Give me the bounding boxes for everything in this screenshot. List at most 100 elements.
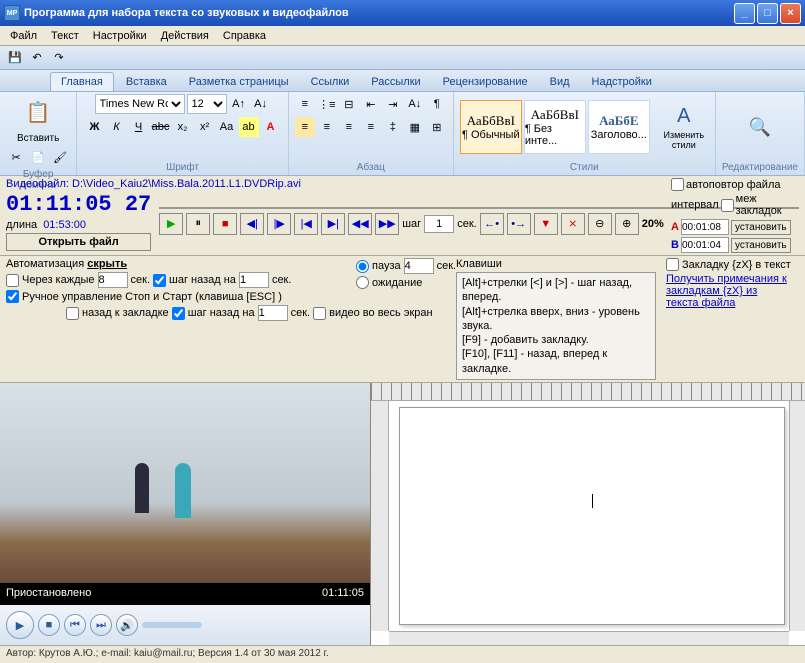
font-family-select[interactable]: Times New Rc [95, 94, 185, 114]
indent-inc-icon[interactable]: ⇥ [383, 94, 403, 114]
bold-icon[interactable]: Ж [85, 117, 105, 137]
style-heading[interactable]: АаБбЕ Заголово... [588, 100, 650, 154]
b-time-input[interactable] [681, 237, 729, 253]
numbering-icon[interactable]: ⋮≡ [317, 94, 337, 114]
ruler-vertical[interactable] [371, 401, 389, 631]
bookmark-text-checkbox[interactable] [666, 258, 679, 271]
add-bookmark-button[interactable]: ▼ [534, 213, 558, 235]
set-a-button[interactable]: установить [731, 220, 791, 235]
sort-icon[interactable]: A↓ [405, 94, 425, 114]
every-input[interactable] [98, 272, 128, 288]
wmp-prev-button[interactable]: ⏮ [64, 614, 86, 636]
wmp-play-button[interactable]: ▶ [6, 611, 34, 639]
menu-text[interactable]: Текст [45, 28, 85, 44]
pause-button[interactable]: ⏸ [186, 213, 210, 235]
tab-layout[interactable]: Разметка страницы [179, 73, 299, 91]
pause-input[interactable] [404, 258, 434, 274]
font-color-icon[interactable]: A [261, 117, 281, 137]
tab-insert[interactable]: Вставка [116, 73, 177, 91]
next-bm-button[interactable]: ▶| [321, 213, 345, 235]
rewind-button[interactable]: ◀◀ [348, 213, 372, 235]
grow-font-icon[interactable]: A↑ [229, 94, 249, 114]
backby-checkbox[interactable] [153, 274, 166, 287]
style-no-spacing[interactable]: АаБбВвІ ¶ Без инте... [524, 100, 586, 154]
change-styles-icon[interactable]: A [677, 105, 690, 128]
save-icon[interactable]: 💾 [6, 49, 24, 67]
wmp-stop-button[interactable]: ■ [38, 614, 60, 636]
strike-icon[interactable]: abc [151, 117, 171, 137]
format-painter-icon[interactable]: 🖌 [50, 147, 70, 167]
maximize-button[interactable]: □ [757, 3, 778, 24]
find-icon[interactable]: 🔍 [749, 117, 771, 138]
between-checkbox[interactable] [721, 199, 734, 212]
tab-view[interactable]: Вид [540, 73, 580, 91]
italic-icon[interactable]: К [107, 117, 127, 137]
tab-home[interactable]: Главная [50, 72, 114, 91]
get-notes-link[interactable]: Получить примечания кзакладкам {zX} изте… [666, 273, 791, 309]
align-left-icon[interactable]: ≡ [295, 117, 315, 137]
cut-icon[interactable]: ✂ [6, 147, 26, 167]
step-input[interactable] [424, 215, 454, 233]
close-button[interactable]: × [780, 3, 801, 24]
fullscreen-checkbox[interactable] [313, 307, 326, 320]
backby2-checkbox[interactable] [172, 307, 185, 320]
document-page[interactable] [399, 407, 785, 625]
indent-dec-icon[interactable]: ⇤ [361, 94, 381, 114]
backby2-input[interactable] [258, 305, 288, 321]
tab-mailings[interactable]: Рассылки [361, 73, 430, 91]
zoom-out-button[interactable]: ⊖ [588, 213, 612, 235]
wait-radio[interactable] [356, 276, 369, 289]
minimize-button[interactable]: _ [734, 3, 755, 24]
copy-icon[interactable]: 📄 [28, 147, 48, 167]
step-back-button[interactable]: ◀| [240, 213, 264, 235]
underline-icon[interactable]: Ч [129, 117, 149, 137]
menu-help[interactable]: Справка [217, 28, 272, 44]
manual-checkbox[interactable] [6, 290, 19, 303]
shrink-font-icon[interactable]: A↓ [251, 94, 271, 114]
menu-file[interactable]: Файл [4, 28, 43, 44]
jump-fwd-button[interactable]: •→ [507, 213, 531, 235]
tab-links[interactable]: Ссылки [301, 73, 360, 91]
justify-icon[interactable]: ≡ [361, 117, 381, 137]
ruler-horizontal[interactable] [371, 383, 805, 401]
tab-review[interactable]: Рецензирование [433, 73, 538, 91]
autorepeat-checkbox[interactable] [671, 178, 684, 191]
style-normal[interactable]: АаБбВвІ ¶ Обычный [460, 100, 522, 154]
multilevel-icon[interactable]: ⊟ [339, 94, 359, 114]
step-fwd-button[interactable]: |▶ [267, 213, 291, 235]
align-right-icon[interactable]: ≡ [339, 117, 359, 137]
jump-back-button[interactable]: ←• [480, 213, 504, 235]
align-center-icon[interactable]: ≡ [317, 117, 337, 137]
every-checkbox[interactable] [6, 274, 19, 287]
pause-radio[interactable] [356, 260, 369, 273]
subscript-icon[interactable]: x₂ [173, 117, 193, 137]
menu-settings[interactable]: Настройки [87, 28, 153, 44]
play-button[interactable]: ▶ [159, 213, 183, 235]
menu-actions[interactable]: Действия [155, 28, 215, 44]
ffwd-button[interactable]: ▶▶ [375, 213, 399, 235]
hide-link[interactable]: скрыть [87, 258, 127, 270]
open-file-button[interactable]: Открыть файл [6, 233, 151, 251]
highlight-icon[interactable]: ab [239, 117, 259, 137]
font-size-select[interactable]: 12 [187, 94, 227, 114]
del-bookmark-button[interactable]: ⨯ [561, 213, 585, 235]
back-bm-checkbox[interactable] [66, 307, 79, 320]
bullets-icon[interactable]: ≡ [295, 94, 315, 114]
case-icon[interactable]: Aa [217, 117, 237, 137]
volume-slider[interactable] [142, 622, 202, 628]
undo-icon[interactable]: ↶ [28, 49, 46, 67]
line-spacing-icon[interactable]: ‡ [383, 117, 403, 137]
tab-addins[interactable]: Надстройки [582, 73, 662, 91]
superscript-icon[interactable]: x² [195, 117, 215, 137]
scrollbar-horizontal[interactable] [389, 631, 789, 645]
wmp-mute-button[interactable]: 🔊 [116, 614, 138, 636]
shading-icon[interactable]: ▦ [405, 117, 425, 137]
paste-button[interactable]: 📋 [20, 94, 56, 130]
borders-icon[interactable]: ⊞ [427, 117, 447, 137]
a-time-input[interactable] [681, 219, 729, 235]
wmp-next-button[interactable]: ⏭ [90, 614, 112, 636]
backby-input[interactable] [239, 272, 269, 288]
scrollbar-vertical[interactable] [789, 401, 805, 631]
stop-button[interactable]: ■ [213, 213, 237, 235]
zoom-in-button[interactable]: ⊕ [615, 213, 639, 235]
